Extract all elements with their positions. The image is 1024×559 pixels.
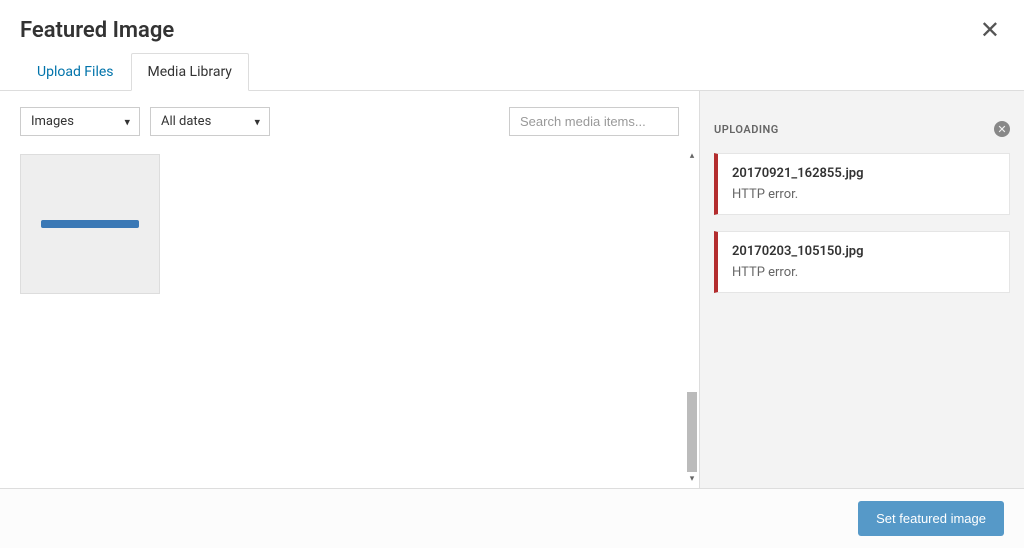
filter-type-select[interactable]: Images [20,107,140,136]
attachment-uploading-thumb[interactable] [20,154,160,294]
tab-row: Upload Files Media Library [0,53,1024,91]
scroll-up-icon[interactable]: ▴ [687,151,697,161]
upload-error-text: HTTP error. [732,187,995,202]
close-icon[interactable]: ✕ [976,18,1004,42]
search-input[interactable] [509,107,679,136]
scrollbar[interactable]: ▴ ▾ [687,151,697,484]
upload-filename: 20170921_162855.jpg [732,166,995,181]
upload-error-item: 20170203_105150.jpg HTTP error. [714,231,1010,293]
upload-filename: 20170203_105150.jpg [732,244,995,259]
main-panel: Images All dates ▴ ▾ [0,91,699,488]
side-panel: UPLOADING ✕ 20170921_162855.jpg HTTP err… [699,91,1024,488]
scroll-down-icon[interactable]: ▾ [687,474,697,484]
scrollbar-thumb[interactable] [687,392,697,472]
upload-error-item: 20170921_162855.jpg HTTP error. [714,153,1010,215]
modal-footer: Set featured image [0,489,1024,548]
tab-media-library[interactable]: Media Library [131,53,249,91]
uploading-heading: UPLOADING [714,123,779,136]
upload-progress-bar [41,220,139,228]
set-featured-image-button[interactable]: Set featured image [858,501,1004,536]
dismiss-errors-icon[interactable]: ✕ [994,121,1010,137]
modal-title: Featured Image [20,18,174,43]
tab-upload-files[interactable]: Upload Files [20,53,131,91]
filter-date-select[interactable]: All dates [150,107,270,136]
upload-error-text: HTTP error. [732,265,995,280]
